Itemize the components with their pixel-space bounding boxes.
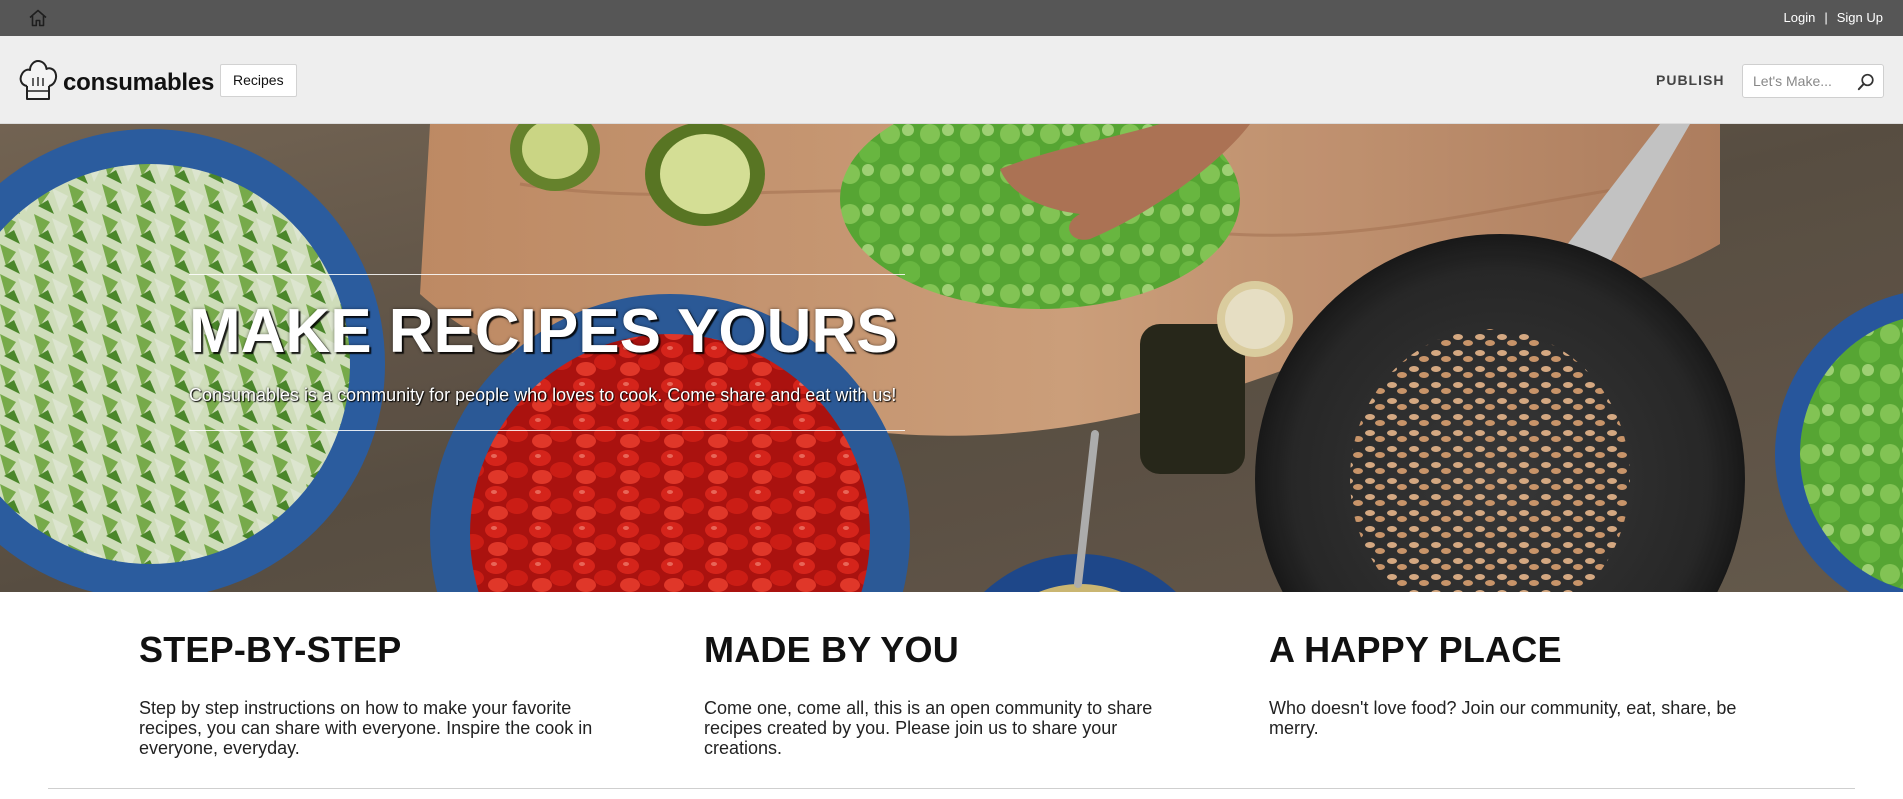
hero-banner: MAKE RECIPES YOURS Consumables is a comm…	[0, 124, 1903, 592]
hero-title: MAKE RECIPES YOURS	[189, 297, 898, 366]
top-bar: Login | Sign Up	[0, 0, 1903, 36]
hero-divider-bottom	[189, 430, 905, 431]
auth-separator: |	[1824, 10, 1828, 25]
auth-links: Login | Sign Up	[1784, 10, 1883, 25]
feature-text: Who doesn't love food? Join our communit…	[1269, 697, 1737, 738]
feature-happy-place: A HAPPY PLACE Who doesn't love food? Joi…	[1269, 630, 1739, 738]
search-icon[interactable]	[1857, 73, 1875, 91]
site-header: consumables Recipes PUBLISH	[0, 36, 1903, 124]
search-box	[1742, 64, 1884, 98]
search-input[interactable]	[1743, 65, 1853, 97]
home-icon[interactable]	[26, 6, 50, 30]
chef-hat-icon	[18, 58, 58, 107]
logo[interactable]: consumables	[18, 58, 214, 107]
feature-text: Come one, come all, this is an open comm…	[704, 697, 1153, 758]
feature-text: Step by step instructions on how to make…	[139, 697, 593, 758]
feature-title: A HAPPY PLACE	[1269, 629, 1562, 670]
feature-title: STEP-BY-STEP	[139, 629, 402, 670]
login-link[interactable]: Login	[1784, 10, 1816, 25]
feature-made-by-you: MADE BY YOU Come one, come all, this is …	[704, 630, 1174, 758]
recipes-button[interactable]: Recipes	[220, 64, 297, 97]
logo-text: consumables	[63, 68, 215, 96]
feature-title: MADE BY YOU	[704, 629, 959, 670]
hero-content: MAKE RECIPES YOURS Consumables is a comm…	[189, 274, 905, 431]
hero-subtitle: Consumables is a community for people wh…	[189, 385, 897, 405]
hero-divider-top	[189, 274, 905, 275]
signup-link[interactable]: Sign Up	[1837, 10, 1883, 25]
publish-link[interactable]: PUBLISH	[1656, 72, 1724, 88]
section-divider	[48, 788, 1855, 789]
feature-step-by-step: STEP-BY-STEP Step by step instructions o…	[139, 630, 609, 758]
features-section: STEP-BY-STEP Step by step instructions o…	[0, 592, 1903, 799]
